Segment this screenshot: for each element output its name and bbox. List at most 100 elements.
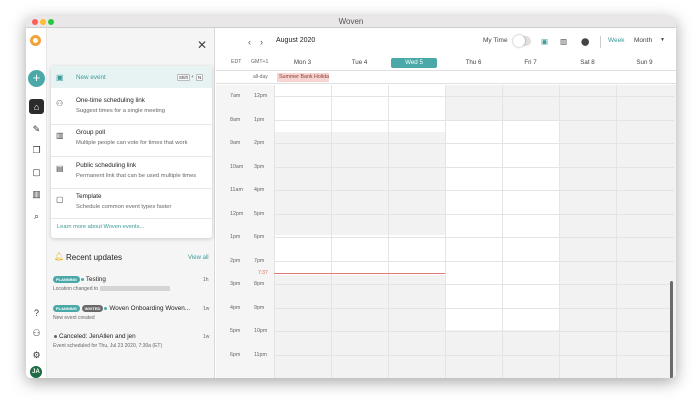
home-icon[interactable]: ⌂ <box>29 99 44 114</box>
update-name: Testing <box>85 276 106 284</box>
search-icon[interactable]: ⌕ <box>29 209 44 224</box>
update-item[interactable]: PLANNING Testing 1h Location changed to <box>53 276 213 296</box>
next-week-button[interactable]: › <box>260 37 263 47</box>
status-dot <box>80 278 84 281</box>
chart-icon[interactable]: ▥ <box>29 187 44 202</box>
template-icon: ▢ <box>56 195 64 204</box>
calendar-icon: ▣ <box>56 73 64 82</box>
columns-icon[interactable]: ▥ <box>560 37 567 46</box>
status-dot <box>104 307 108 310</box>
update-item[interactable]: Canceled: JenAllen and jen 1w Event sche… <box>53 333 213 353</box>
shortcut-key: Shift <box>177 74 190 81</box>
timezone-right: GMT+1 <box>251 59 269 65</box>
window-title: Woven <box>338 17 364 26</box>
day-header[interactable]: Tue 4 <box>331 58 388 68</box>
all-day-row: all-day Summer Bank Holiday <box>216 70 676 84</box>
hour-label-left: 3pm <box>230 281 241 287</box>
grid-line <box>274 190 674 191</box>
redacted-text <box>100 286 171 292</box>
grid-line <box>559 85 560 378</box>
update-item[interactable]: PLANNING INVITED Woven Onboarding Woven..… <box>53 305 213 325</box>
calendar-today-icon[interactable]: ▣ <box>541 37 548 46</box>
recent-updates-title: Recent updates <box>66 253 123 262</box>
close-icon[interactable]: ✕ <box>197 38 207 52</box>
day-header-today[interactable]: Wed 5 <box>391 58 437 68</box>
grid-line <box>274 166 674 168</box>
grid-line <box>274 260 674 262</box>
menu-item-template[interactable]: ▢ Template Schedule common event types f… <box>51 193 212 217</box>
hour-label-left: 6pm <box>230 351 241 358</box>
update-name: Canceled: JenAllen and jen <box>59 333 136 340</box>
view-month-button[interactable]: Month <box>634 37 652 44</box>
day-header[interactable]: Thu 6 <box>445 58 502 68</box>
grid-line <box>274 354 674 356</box>
menu-item-label: New event <box>76 74 106 81</box>
hour-label-left: 5pm <box>230 328 241 334</box>
create-button[interactable]: + <box>28 70 45 87</box>
hour-label-right: 9pm <box>254 304 265 311</box>
month-label: August 2020 <box>276 37 316 44</box>
location-pin-icon[interactable]: ⬤ <box>581 37 589 46</box>
app-window: Woven + ⌂ ✎ ❐ ▢ ▥ ⌕ ? ⚇ ⚙ JA ✕ ▣ New eve… <box>26 16 676 378</box>
menu-item-one-time-link[interactable]: ⚇ One-time scheduling link Suggest times… <box>51 97 212 121</box>
poll-icon: ▥ <box>56 131 64 140</box>
hour-label-left: 11am <box>230 187 243 193</box>
hour-label-right: 5pm <box>254 210 265 217</box>
grid-line <box>445 85 446 378</box>
grid-line <box>616 85 617 378</box>
hour-label-left: 4pm <box>230 304 241 311</box>
current-time-label: 7:37 <box>258 270 268 276</box>
update-time: 1h <box>203 277 209 283</box>
chevron-down-icon[interactable]: ▼ <box>660 37 665 43</box>
icon-sidebar: + ⌂ ✎ ❐ ▢ ▥ ⌕ ? ⚇ ⚙ JA <box>26 28 47 378</box>
hour-label-left: 7am <box>230 93 241 99</box>
day-header[interactable]: Sun 9 <box>616 58 673 68</box>
woven-logo-icon[interactable] <box>30 35 41 46</box>
holiday-event[interactable]: Summer Bank Holiday <box>277 73 329 82</box>
day-header[interactable]: Sat 8 <box>559 58 616 68</box>
timezone-left: EDT <box>231 59 242 65</box>
update-head: PLANNING Testing <box>53 276 106 283</box>
hour-label-right: 10pm <box>254 328 268 334</box>
hour-label-right: 2pm <box>254 140 265 146</box>
divider <box>51 188 212 189</box>
bell-icon: 🔔︎ <box>54 252 65 261</box>
hour-label-left: 1pm <box>230 234 241 240</box>
menu-item-new-event[interactable]: ▣ New event Shift + N <box>51 66 212 88</box>
copy-icon[interactable]: ❐ <box>29 143 44 158</box>
calendar: ‹ › August 2020 My Time ▣ ▥ ⬤ Week Month… <box>216 28 676 378</box>
day-header[interactable]: Fri 7 <box>502 58 559 68</box>
people-icon[interactable]: ⚇ <box>29 326 44 341</box>
update-detail: Event scheduled for Thu, Jul 23 2020, 7:… <box>53 343 163 349</box>
shortcut-plus: + <box>191 74 194 79</box>
calendar-view-icon[interactable]: ▢ <box>29 165 44 180</box>
hour-label-right: 6pm <box>254 234 265 240</box>
gear-icon[interactable]: ⚙ <box>29 348 44 363</box>
grid-line <box>274 96 674 97</box>
my-time-toggle[interactable] <box>513 35 531 47</box>
pencil-icon[interactable]: ✎ <box>29 122 44 137</box>
scrollbar[interactable] <box>670 281 673 378</box>
hour-label-right: 7pm <box>254 257 265 264</box>
avatar[interactable]: JA <box>30 366 42 378</box>
menu-item-subtitle: Suggest times for a single meeting <box>76 108 165 114</box>
create-menu: ▣ New event Shift + N ⚇ One-time schedul… <box>51 66 212 238</box>
learn-more-link[interactable]: Learn more about Woven events... <box>57 224 144 230</box>
view-week-button[interactable]: Week <box>608 37 625 44</box>
hour-label-left: 9am <box>230 140 241 146</box>
grid-line <box>274 213 674 215</box>
menu-item-group-poll[interactable]: ▥ Group poll Multiple people can vote fo… <box>51 129 212 153</box>
view-all-link[interactable]: View all <box>188 255 209 261</box>
week-grid[interactable]: 7am 12pm 8am 1pm 9am 2pm 10am 3pm 11am 4pm 12pm 5pm… <box>216 85 676 378</box>
help-icon[interactable]: ? <box>29 305 44 320</box>
menu-item-public-link[interactable]: ▤ Public scheduling link Permanent link … <box>51 162 212 186</box>
grid-line <box>274 143 674 144</box>
toggle-knob <box>513 35 525 47</box>
status-badge: PLANNING <box>53 305 80 312</box>
title-bar: Woven <box>26 16 676 28</box>
day-header[interactable]: Mon 3 <box>274 58 331 68</box>
side-panel: ✕ ▣ New event Shift + N ⚇ One-time sched… <box>47 28 215 378</box>
prev-week-button[interactable]: ‹ <box>248 37 251 47</box>
grid-line <box>274 284 674 285</box>
grid-line <box>274 119 674 121</box>
